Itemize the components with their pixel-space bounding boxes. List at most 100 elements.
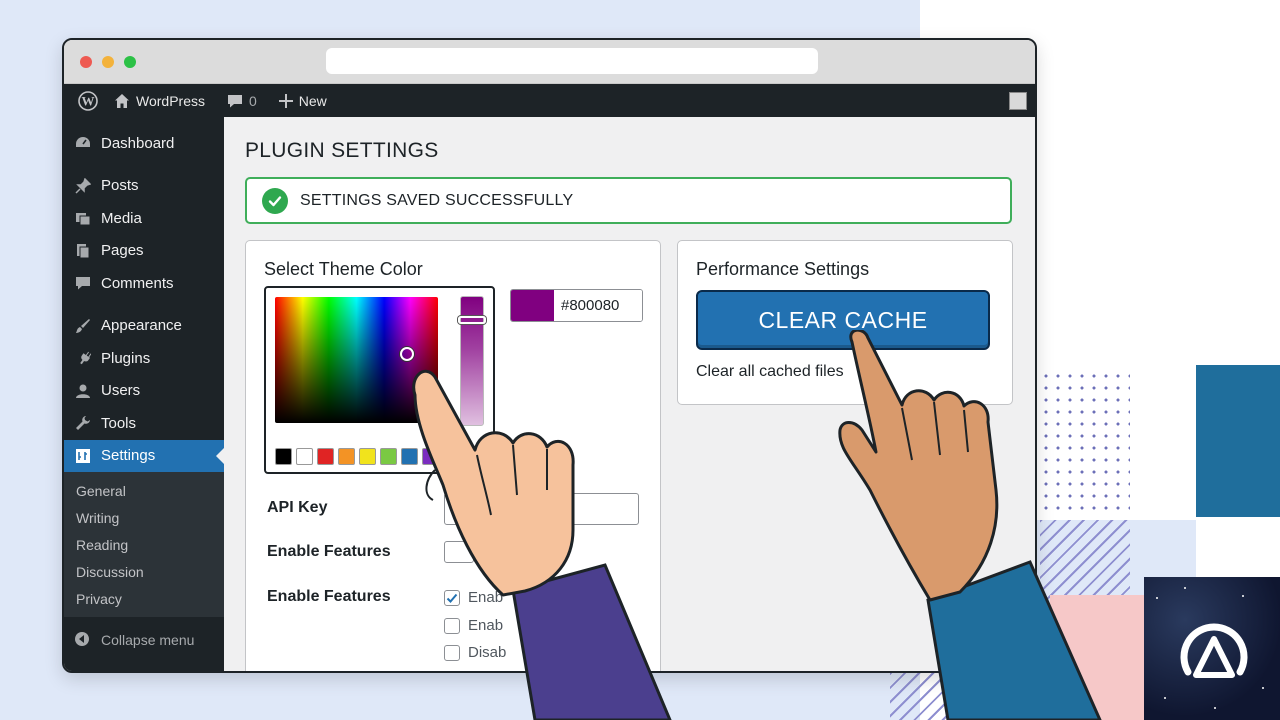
checkmark-icon [446,593,458,603]
api-key-input[interactable] [444,493,639,525]
sidebar-item-comments[interactable]: Comments [64,267,224,300]
sidebar-item-appearance[interactable]: Appearance [64,310,224,343]
close-window-button[interactable] [80,56,92,68]
brand-logo-tile [1144,577,1280,720]
comment-icon [74,274,92,292]
pink-block-decoration [1050,595,1145,720]
new-label: New [298,92,327,109]
user-avatar[interactable] [1009,92,1027,110]
hex-color-field [510,289,643,322]
performance-card: Performance Settings CLEAR CACHE Clear a… [677,240,1013,405]
wordpress-logo-icon: W [78,90,98,111]
sidebar-item-posts[interactable]: Posts [64,170,224,203]
hex-color-input[interactable] [554,290,642,321]
sidebar-item-dashboard[interactable]: Dashboard [64,127,224,160]
media-icon [74,209,92,227]
feature-checkbox-row-3[interactable]: Disab [444,644,506,661]
sidebar-item-label: Plugins [101,349,151,367]
browser-window: W WordPress 0 New Dashboard Posts Media … [62,38,1037,673]
sidebar-item-media[interactable]: Media [64,202,224,235]
enable-features-label-2: Enable Features [267,588,391,605]
admin-bar: W WordPress 0 New [64,84,1035,117]
plus-icon [278,93,293,108]
api-key-label: API Key [267,499,328,516]
site-name-link[interactable]: WordPress [114,93,205,109]
color-preview-swatch [511,290,554,321]
sidebar-item-label: Posts [101,177,139,195]
svg-text:W: W [82,93,95,108]
sidebar-item-label: Tools [101,414,137,432]
admin-sidebar: Dashboard Posts Media Pages Comments App… [64,117,224,671]
enable-features-label: Enable Features [267,543,391,560]
color-swatch[interactable] [422,448,439,465]
sidebar-item-label: Appearance [101,317,182,335]
wordpress-logo-button[interactable]: W [78,90,98,111]
plug-icon [74,349,92,367]
sidebar-item-settings[interactable]: Settings [64,439,224,472]
sidebar-item-users[interactable]: Users [64,375,224,408]
brush-icon [74,317,92,335]
submenu-item-reading[interactable]: Reading [64,532,224,559]
minimize-window-button[interactable] [102,56,114,68]
sidebar-item-tools[interactable]: Tools [64,407,224,440]
checkbox-unchecked[interactable] [444,644,460,661]
blue-block-decoration [1196,365,1280,517]
wrench-icon [74,414,92,432]
new-content-link[interactable]: New [278,92,327,109]
browser-titlebar [64,40,1035,84]
clear-cache-button[interactable]: CLEAR CACHE [696,290,990,350]
clear-cache-description: Clear all cached files [696,363,844,380]
stripe-pattern-decoration [1040,520,1130,600]
dashboard-icon [74,134,92,152]
color-swatch[interactable] [380,448,397,465]
comments-link[interactable]: 0 [227,93,257,109]
pin-icon [74,177,92,195]
color-swatch[interactable] [338,448,355,465]
checkbox-checked[interactable] [444,589,460,606]
main-content: PLUGIN SETTINGS SETTINGS SAVED SUCCESSFU… [224,117,1035,671]
maximize-window-button[interactable] [124,56,136,68]
sidebar-item-plugins[interactable]: Plugins [64,342,224,375]
color-picker-handle[interactable] [400,347,414,361]
checkbox-unchecked[interactable] [444,617,460,634]
collapse-menu-label: Collapse menu [101,632,195,648]
hue-slider-handle[interactable] [458,316,486,324]
submenu-item-writing[interactable]: Writing [64,505,224,532]
sidebar-item-pages[interactable]: Pages [64,235,224,268]
color-swatch[interactable] [296,448,313,465]
theme-color-title: Select Theme Color [264,259,423,279]
dot-pattern-decoration [1040,370,1130,510]
comments-count: 0 [248,92,257,109]
sidebar-item-label: Media [101,209,142,227]
performance-title: Performance Settings [696,259,870,279]
feature-checkbox-row-1[interactable]: Enab [444,589,503,606]
user-icon [74,382,92,400]
address-bar[interactable] [326,48,818,74]
checkbox-label: Disab [468,644,507,661]
enable-features-field[interactable] [444,541,474,563]
submenu-item-discussion[interactable]: Discussion [64,559,224,586]
submenu-item-privacy[interactable]: Privacy [64,586,224,613]
settings-icon [74,447,92,465]
sidebar-item-label: Users [101,382,141,400]
color-swatch[interactable] [275,448,292,465]
color-swatch[interactable] [359,448,376,465]
color-swatch[interactable] [401,448,418,465]
sidebar-item-label: Dashboard [101,134,175,152]
color-swatches [275,448,439,465]
home-icon [115,93,129,108]
collapse-menu-button[interactable]: Collapse menu [64,623,224,657]
site-name-label: WordPress [136,92,205,109]
notice-text: SETTINGS SAVED SUCCESSFULLY [300,191,574,209]
feature-checkbox-row-2[interactable]: Enab [444,617,503,634]
checkbox-label: Enab [468,617,504,634]
sidebar-item-label: Comments [101,274,174,292]
saturation-value-area[interactable] [275,297,438,423]
check-circle-icon [262,187,288,214]
settings-submenu: General Writing Reading Discussion Priva… [64,472,224,617]
theme-color-card: Select Theme Color API Key Enable Featur… [245,240,661,671]
submenu-item-general[interactable]: General [64,478,224,505]
page-title: PLUGIN SETTINGS [245,139,439,162]
sidebar-item-label: Pages [101,242,144,260]
color-swatch[interactable] [317,448,334,465]
